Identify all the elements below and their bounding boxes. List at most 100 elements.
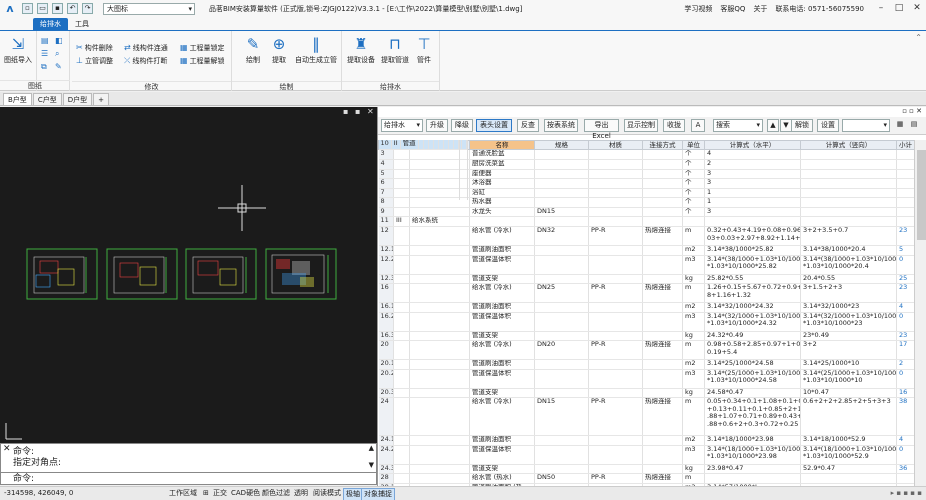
table-cell[interactable]	[896, 207, 914, 217]
table-cell[interactable]: kg	[682, 464, 705, 474]
table-cell[interactable]: 12.1	[378, 245, 394, 256]
reverse-lookup-button[interactable]: 反查	[517, 119, 539, 132]
command-scroll-down-icon[interactable]: ▼	[369, 461, 374, 469]
table-cell[interactable]	[393, 397, 410, 436]
table-cell[interactable]	[393, 274, 410, 284]
status-object-snap[interactable]: 对象捕捉	[361, 488, 395, 500]
table-cell[interactable]	[393, 388, 410, 398]
table-cell[interactable]	[534, 359, 589, 370]
table-cell[interactable]	[800, 207, 897, 217]
table-cell[interactable]	[393, 473, 410, 484]
table-cell[interactable]	[409, 226, 470, 246]
table-cell[interactable]	[588, 274, 643, 284]
table-cell[interactable]: 17	[896, 340, 914, 360]
tab-c-house[interactable]: C户型	[32, 93, 62, 105]
table-row[interactable]: 20.1 管道刷油面积 m23.14*25/1000*24.583.14*25/10…	[378, 359, 914, 370]
table-cell[interactable]	[642, 197, 683, 208]
table-cell[interactable]: 25.82*0.55	[704, 274, 801, 284]
table-row[interactable]: 20 给水管 (冷水) DN20 PP-R 热熔连接 m 0.98+0.58+2.85+0.…	[378, 340, 914, 360]
table-cell[interactable]	[588, 159, 643, 170]
downgrade-button[interactable]: 降级	[451, 119, 473, 132]
table-cell[interactable]: 2	[704, 159, 801, 170]
table-cell[interactable]	[409, 331, 470, 341]
status-ortho[interactable]: 正交	[211, 487, 229, 500]
table-cell[interactable]	[409, 473, 470, 484]
status-read-mode[interactable]: 阅读模式	[311, 487, 343, 500]
table-cell[interactable]: 座便器	[469, 169, 535, 179]
table-cell[interactable]: 3.14*25/1000*24.58	[704, 359, 801, 370]
status-transparent[interactable]: 透明	[292, 487, 310, 500]
table-cell[interactable]: 4	[896, 302, 914, 313]
table-cell[interactable]	[588, 359, 643, 370]
table-cell[interactable]: 3.14*18/1000*23.98	[704, 435, 801, 446]
table-cell[interactable]	[409, 483, 470, 486]
table-cell[interactable]: 给水管 (冷水)	[469, 397, 535, 436]
tab-tools[interactable]: 工具	[68, 18, 96, 30]
table-cell[interactable]: 3	[704, 207, 801, 217]
table-cell[interactable]: 管道支架	[469, 464, 535, 474]
table-cell[interactable]	[704, 473, 801, 484]
table-cell[interactable]: 个	[682, 178, 705, 189]
table-cell[interactable]: 0	[896, 445, 914, 465]
table-cell[interactable]: 20	[378, 340, 394, 360]
table-cell[interactable]: DN15	[534, 207, 589, 217]
table-cell[interactable]: 11	[378, 217, 394, 227]
break-line-button[interactable]: ⤫ 线构件打断	[124, 55, 167, 67]
table-cell[interactable]	[896, 159, 914, 170]
cad-viewport[interactable]: ▪ ▪ ✕	[0, 107, 377, 443]
table-cell[interactable]: m3	[682, 369, 705, 389]
panel-close-icon[interactable]: ▫ ▫ ✕	[902, 107, 922, 115]
table-cell[interactable]: m2	[682, 483, 705, 486]
table-row[interactable]: 12 给水管 (冷水) DN32 PP-R 热熔连接 m 0.32+0.43+4.19+0.…	[378, 226, 914, 246]
table-cell[interactable]: 热熔连接	[642, 340, 683, 360]
scrollbar-thumb[interactable]	[917, 150, 926, 240]
table-cell[interactable]	[896, 150, 914, 160]
collapse-button[interactable]: 收拢	[663, 119, 685, 132]
table-cell[interactable]: m3	[682, 255, 705, 275]
table-cell[interactable]: 管道刷油面积 (热	[469, 483, 535, 486]
table-row[interactable]: 28 给水管 (热水) DN50 PP-R 热熔连接 m	[378, 473, 914, 484]
table-cell[interactable]: DN32	[534, 226, 589, 246]
tab-b-house[interactable]: B户型	[3, 93, 32, 105]
table-cell[interactable]	[642, 150, 683, 160]
table-row[interactable]: 16.3 管道支架 kg24.32*0.4923*0.4923	[378, 331, 914, 341]
table-cell[interactable]	[393, 312, 410, 332]
extract-equipment-button[interactable]: ♜ 提取设备	[344, 35, 378, 65]
table-cell[interactable]	[393, 245, 410, 256]
table-cell[interactable]	[642, 312, 683, 332]
table-cell[interactable]	[896, 473, 914, 484]
table-cell[interactable]	[409, 397, 470, 436]
table-cell[interactable]: 0	[896, 255, 914, 275]
table-cell[interactable]: 管道支架	[469, 274, 535, 284]
undo-icon[interactable]: ↶	[67, 3, 78, 14]
table-cell[interactable]: 3.14*25/1000*10	[800, 359, 897, 370]
upgrade-button[interactable]: 升级	[426, 119, 448, 132]
table-cell[interactable]	[896, 217, 914, 227]
table-cell[interactable]	[800, 188, 897, 198]
lock-quantity-button[interactable]: ▦ 工程量锁定	[180, 42, 225, 54]
table-cell[interactable]	[642, 445, 683, 465]
search-prev-icon[interactable]: ▲	[767, 119, 779, 132]
table-cell[interactable]: 沐浴器	[469, 178, 535, 189]
table-row[interactable]: 10 II 管道	[378, 140, 460, 200]
table-cell[interactable]: 热熔连接	[642, 283, 683, 303]
table-cell[interactable]	[534, 150, 589, 160]
table-cell[interactable]: 管道支架	[469, 388, 535, 398]
table-cell[interactable]: 3.14*(32/1000+1.03*10/1000) *1.03*10/1000…	[800, 312, 897, 332]
table-cell[interactable]	[534, 435, 589, 446]
table-cell[interactable]: 3.14*(38/1000+1.03*10/1000) *1.03*10/1000…	[800, 255, 897, 275]
table-cell[interactable]	[409, 435, 470, 446]
table-cell[interactable]	[393, 226, 410, 246]
table-cell[interactable]: m	[682, 397, 705, 436]
table-cell[interactable]	[534, 464, 589, 474]
table-cell[interactable]	[896, 169, 914, 179]
table-cell[interactable]: 3	[704, 169, 801, 179]
table-cell[interactable]: m3	[682, 312, 705, 332]
table-cell[interactable]: 个	[682, 207, 705, 217]
table-cell[interactable]: 浴缸	[469, 188, 535, 198]
table-cell[interactable]: 3+2+3.5+0.7	[800, 226, 897, 246]
table-cell[interactable]: 12.2	[378, 255, 394, 275]
unlock-button[interactable]: 解锁	[791, 119, 813, 132]
table-cell[interactable]	[534, 331, 589, 341]
table-cell[interactable]	[800, 217, 897, 227]
